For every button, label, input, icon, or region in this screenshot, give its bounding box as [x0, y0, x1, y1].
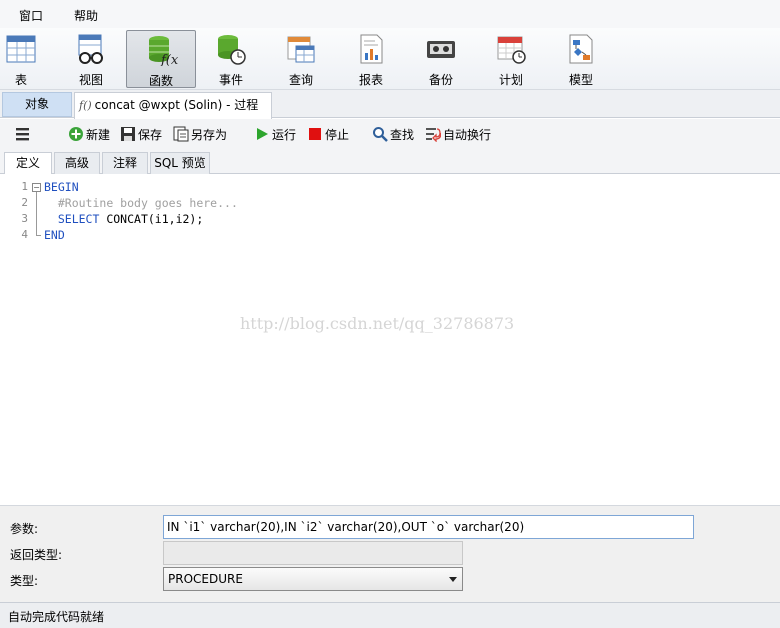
save-icon — [121, 127, 135, 141]
search-icon — [373, 127, 388, 142]
toolbar-label: 模型 — [568, 73, 593, 87]
tab-advanced[interactable]: 高级 — [54, 152, 100, 174]
toolbar-table-button[interactable]: 表 — [0, 30, 56, 88]
tab-definition[interactable]: 定义 — [4, 152, 52, 175]
function-database-icon: f(x) — [149, 36, 178, 66]
stop-label: 停止 — [325, 128, 350, 142]
chevron-down-icon — [449, 577, 457, 582]
add-icon — [69, 127, 83, 141]
main-toolbar: 表 视图 f(x) 函数 事件 — [0, 28, 780, 90]
tab-sql-preview[interactable]: SQL 预览 — [150, 152, 210, 174]
word-wrap-label: 自动换行 — [443, 128, 492, 142]
report-chart-icon — [360, 34, 383, 64]
event-clock-icon — [218, 35, 246, 65]
toolbar-label: 报表 — [358, 73, 383, 87]
run-button[interactable]: 运行 — [254, 126, 296, 144]
fold-guide-end — [36, 235, 41, 236]
toolbar-query-button[interactable]: 查询 — [266, 30, 336, 88]
word-wrap-button[interactable]: 自动换行 — [425, 126, 491, 144]
play-icon — [257, 128, 268, 140]
fold-toggle-icon[interactable]: − — [32, 183, 41, 192]
toolbar-view-button[interactable]: 视图 — [56, 30, 126, 88]
svg-text:f(x): f(x) — [160, 53, 178, 66]
routine-properties-panel: 参数: IN `i1` varchar(20),IN `i2` varchar(… — [0, 506, 780, 602]
code-line-3: SELECT CONCAT(i1,i2); — [57, 212, 204, 226]
toolbar-label: 计划 — [498, 73, 523, 87]
save-as-button[interactable]: 另存为 — [173, 126, 227, 144]
line-number: 1 — [21, 180, 28, 193]
toolbar-label: 事件 — [218, 73, 243, 87]
toolbar-label: 函数 — [148, 74, 173, 88]
tab-procedure-label: concat @wxpt (Solin) - 过程 — [94, 98, 259, 112]
save-as-icon — [173, 126, 189, 142]
editor-toolbar: 新建 保存 另存为 运行 停止 查找 自动换行 — [0, 119, 780, 150]
object-tab-strip: 对象 f() concat @wxpt (Solin) - 过程 — [0, 90, 780, 119]
tab-objects[interactable]: 对象 — [2, 92, 72, 117]
params-label: 参数: — [10, 522, 39, 536]
status-text: 自动完成代码就绪 — [8, 610, 105, 624]
table-icon — [6, 35, 36, 63]
save-as-label: 另存为 — [191, 128, 228, 142]
toolbar-backup-button[interactable]: 备份 — [406, 30, 476, 88]
menu-bar: 窗口 帮助 — [0, 0, 780, 28]
code-editor[interactable]: 1 2 3 4 − BEGIN #Routine body goes here.… — [0, 174, 780, 506]
new-label: 新建 — [86, 128, 111, 142]
return-type-input — [163, 541, 463, 565]
code-line-2: #Routine body goes here... — [57, 196, 238, 210]
params-input[interactable]: IN `i1` varchar(20),IN `i2` varchar(20),… — [163, 515, 694, 539]
code-line-1: BEGIN — [44, 180, 79, 194]
stop-button[interactable]: 停止 — [307, 126, 349, 144]
word-wrap-icon — [426, 128, 441, 142]
fold-guide — [36, 192, 37, 236]
query-grid-icon — [287, 36, 315, 63]
return-type-label: 返回类型: — [10, 548, 63, 562]
hamburger-icon — [16, 128, 29, 141]
code-line-4: END — [44, 228, 65, 242]
toolbar-schedule-button[interactable]: 计划 — [476, 30, 546, 88]
type-select[interactable]: PROCEDURE — [163, 567, 463, 591]
toolbar-label: 表 — [14, 73, 27, 87]
type-label: 类型: — [10, 574, 39, 588]
line-number: 2 — [21, 196, 28, 209]
menu-help[interactable]: 帮助 — [74, 7, 98, 24]
definition-tabs: 定义 高级 注释 SQL 预览 — [0, 150, 780, 175]
toolbar-model-button[interactable]: 模型 — [546, 30, 616, 88]
menu-button[interactable] — [15, 126, 33, 144]
toolbar-label: 备份 — [428, 73, 453, 87]
find-label: 查找 — [390, 128, 415, 142]
find-button[interactable]: 查找 — [372, 126, 414, 144]
type-select-value: PROCEDURE — [168, 572, 243, 586]
stop-icon — [309, 128, 321, 140]
toolbar-label: 视图 — [78, 73, 103, 87]
save-button[interactable]: 保存 — [120, 126, 162, 144]
watermark-text: http://blog.csdn.net/qq_32786873 — [240, 314, 515, 333]
toolbar-label: 查询 — [288, 73, 313, 87]
menu-window[interactable]: 窗口 — [19, 7, 43, 24]
save-label: 保存 — [138, 128, 163, 142]
status-bar: 自动完成代码就绪 — [0, 602, 780, 628]
line-number: 4 — [21, 228, 28, 241]
schedule-calendar-icon — [497, 36, 526, 64]
toolbar-event-button[interactable]: 事件 — [196, 30, 266, 88]
new-button[interactable]: 新建 — [68, 126, 110, 144]
line-number-gutter: 1 2 3 4 — [0, 174, 32, 505]
function-icon: f() — [79, 99, 92, 112]
tab-comment[interactable]: 注释 — [102, 152, 148, 174]
toolbar-report-button[interactable]: 报表 — [336, 30, 406, 88]
model-diagram-icon — [569, 34, 593, 64]
run-label: 运行 — [272, 128, 297, 142]
tab-procedure-concat[interactable]: f() concat @wxpt (Solin) - 过程 — [74, 92, 272, 119]
backup-tape-icon — [427, 41, 455, 58]
view-glasses-icon — [78, 34, 103, 64]
line-number: 3 — [21, 212, 28, 225]
toolbar-function-button[interactable]: f(x) 函数 — [126, 30, 196, 88]
